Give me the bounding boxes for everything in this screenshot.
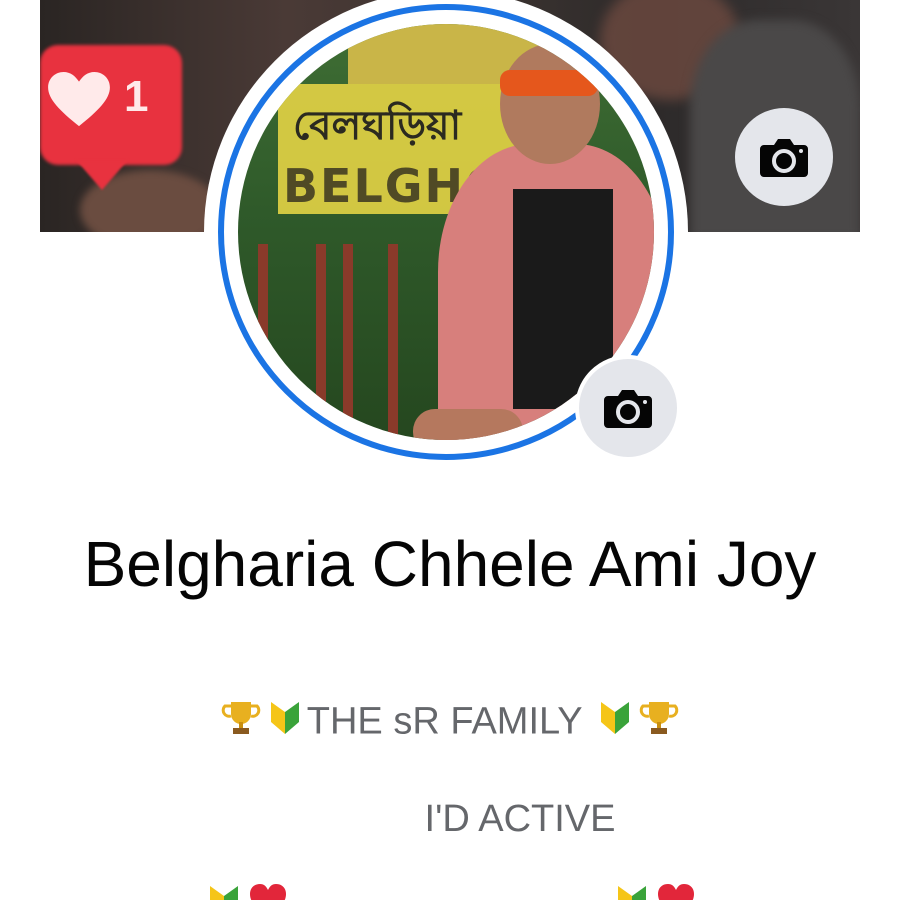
edit-profile-picture-button[interactable]: [575, 355, 681, 461]
beginner-icon: [209, 886, 238, 900]
photo-sign-bengali-text: বেলঘড়িয়া: [293, 103, 462, 149]
heart-icon: [249, 884, 286, 900]
beginner-icon: [601, 702, 630, 734]
profile-name: Belgharia Chhele Ami Joy: [83, 528, 817, 600]
photo-fence-post: [316, 244, 326, 440]
edit-cover-photo-button[interactable]: [735, 108, 833, 206]
beginner-icon: [618, 886, 647, 900]
profile-page: 1 বেলঘড়িয়া BELGHORIA Belgharia Chhele …: [0, 0, 900, 900]
like-count: 1: [124, 72, 149, 121]
photo-fence-post: [343, 244, 353, 440]
camera-icon: [760, 139, 808, 177]
bio-line-active: I'D ACTIVE: [424, 798, 616, 840]
bio-line-partial: [40, 882, 860, 900]
like-bubble-tail: [76, 160, 128, 190]
heart-icon: [48, 72, 110, 127]
bio-family-text: THE sR FAMILY: [306, 700, 583, 743]
photo-fence-post: [388, 244, 398, 440]
trophy-icon: [221, 702, 261, 734]
beginner-icon: [270, 702, 299, 734]
camera-icon: [604, 390, 652, 428]
photo-person-head: [500, 44, 600, 164]
bio-line-family: THE sR FAMILY: [40, 698, 860, 743]
trophy-icon: [639, 702, 679, 734]
photo-fence-post: [258, 244, 268, 440]
heart-icon: [658, 884, 695, 900]
photo-person-hand: [413, 409, 523, 440]
photo-person-sunglasses: [500, 70, 598, 96]
